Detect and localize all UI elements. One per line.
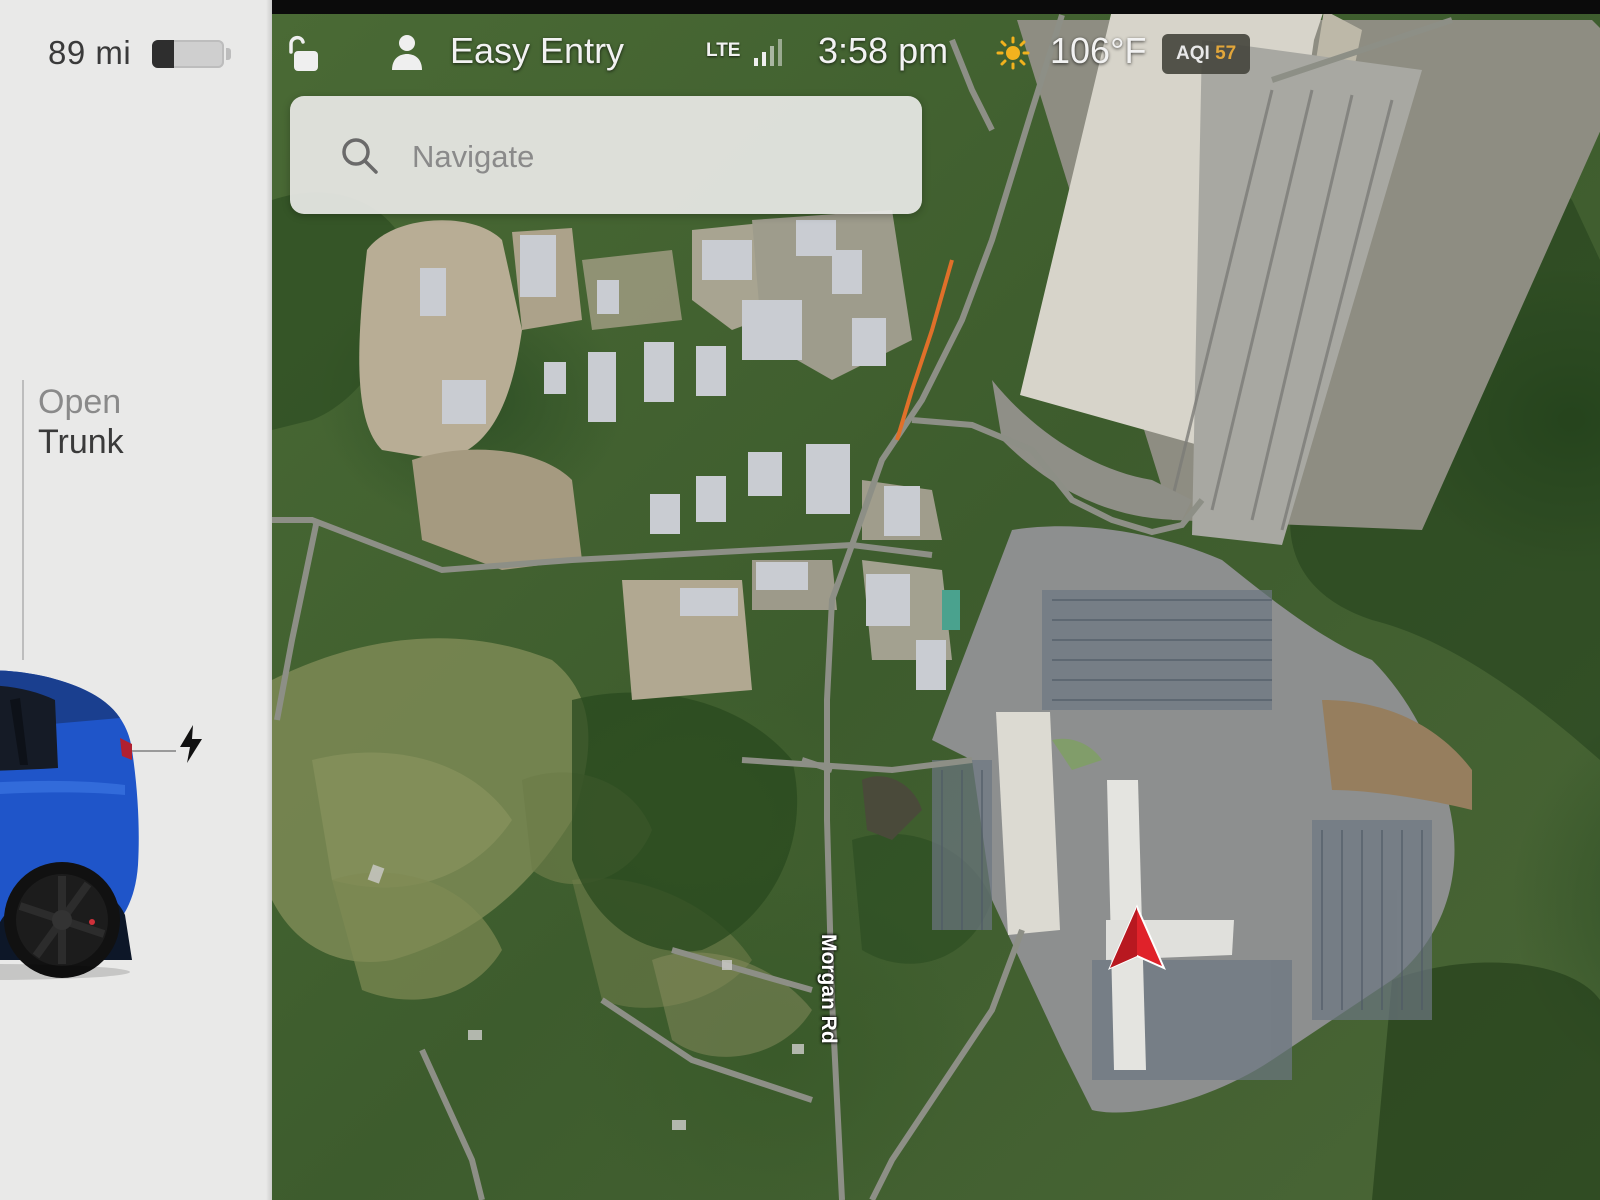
car-panel: 89 mi Open Trunk [0, 0, 272, 1200]
aqi-value: 57 [1215, 43, 1237, 64]
lightning-bolt-icon[interactable] [176, 724, 206, 764]
navigate-input[interactable] [410, 134, 894, 180]
battery-icon [152, 40, 224, 68]
clock: 3:58 pm [818, 30, 949, 71]
car-image [0, 670, 139, 980]
aqi-label: AQI [1176, 43, 1210, 64]
open-trunk-label-line1: Open [38, 383, 122, 421]
aqi-badge[interactable]: AQI 57 [1162, 34, 1251, 74]
battery-fill [152, 40, 174, 68]
unlocked-padlock-icon[interactable] [282, 32, 322, 74]
open-trunk-button[interactable]: Open Trunk [38, 382, 188, 462]
magnifier-icon [342, 138, 378, 174]
trunk-indicator-line [22, 380, 24, 660]
outside-temperature[interactable]: 106°F [1050, 30, 1146, 72]
network-type: LTE [706, 40, 741, 61]
navigation-position-arrow-icon [1108, 904, 1166, 970]
screen-bezel [272, 0, 1600, 14]
open-trunk-label-line2: Trunk [38, 423, 124, 461]
charge-port-pointer [132, 750, 176, 752]
person-icon[interactable] [390, 32, 424, 72]
sun-icon[interactable] [996, 36, 1030, 70]
road-label-morgan-rd: Morgan Rd [817, 934, 840, 1044]
navigate-search-box[interactable] [290, 96, 922, 214]
signal-bars-icon [754, 39, 782, 66]
battery-tip [226, 48, 231, 60]
driver-profile-name[interactable]: Easy Entry [450, 30, 624, 72]
range-readout: 89 mi [48, 34, 132, 71]
